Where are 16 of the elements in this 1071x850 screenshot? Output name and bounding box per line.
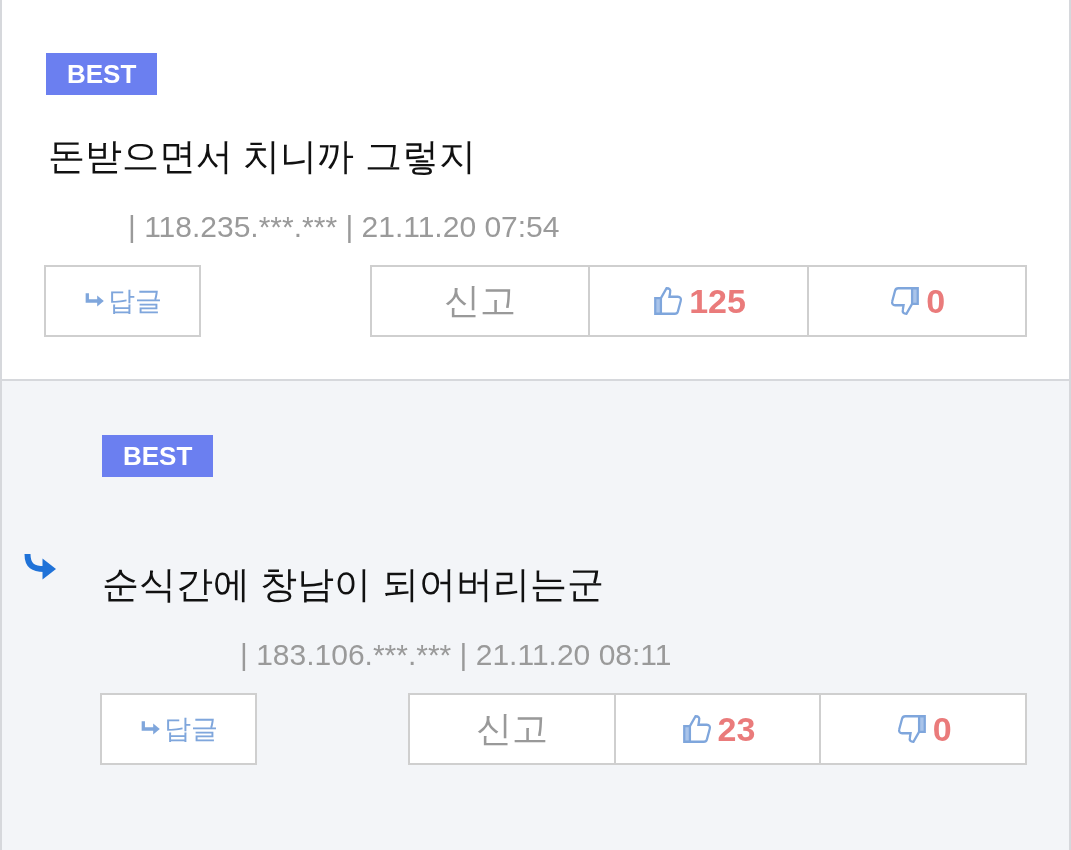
report-button[interactable]: 신고 xyxy=(410,695,616,763)
reply-label: 답글 xyxy=(107,284,162,318)
like-button[interactable]: 125 xyxy=(590,267,809,335)
comment-text: 순식간에 창남이 되어버리는군 xyxy=(102,563,605,607)
reply-label: 답글 xyxy=(163,712,218,746)
reply-button[interactable]: 답글 xyxy=(100,693,257,765)
reply-button[interactable]: 답글 xyxy=(44,265,201,337)
report-button[interactable]: 신고 xyxy=(372,267,591,335)
comment-text: 돈받으면서 치니까 그렇지 xyxy=(48,135,477,179)
best-badge: BEST xyxy=(102,435,214,477)
like-button[interactable]: 23 xyxy=(615,695,822,763)
comment-meta: | 118.235.***.*** | 21.11.20 07:54 xyxy=(128,209,561,245)
dislike-button[interactable]: 0 xyxy=(808,267,1025,335)
comment-meta: | 183.106.***.*** | 21.11.20 08:11 xyxy=(240,637,673,673)
dislike-button[interactable]: 0 xyxy=(821,695,1025,763)
best-badge: BEST xyxy=(46,53,158,95)
